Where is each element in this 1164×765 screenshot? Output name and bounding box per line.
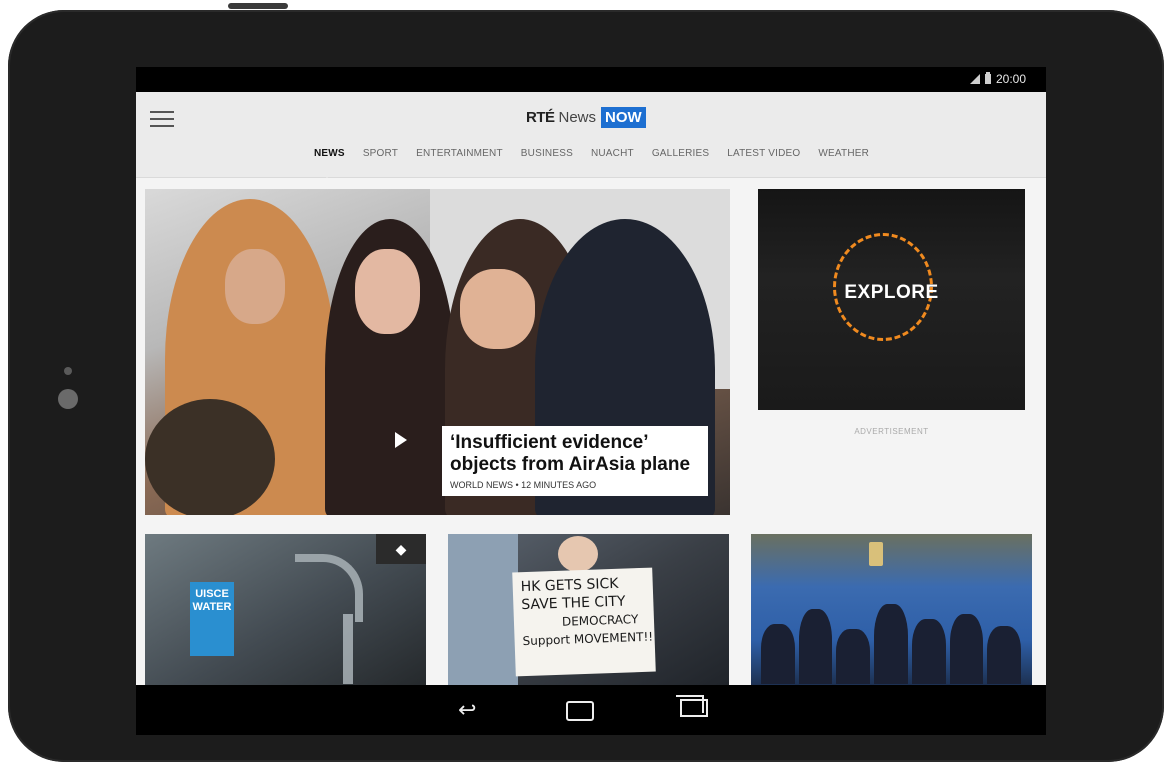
back-icon[interactable]: ↩ xyxy=(458,697,476,723)
system-nav-bar: ↩ xyxy=(136,685,1046,735)
hero-figure-face xyxy=(225,249,285,324)
player-figure xyxy=(874,604,908,684)
tab-sport[interactable]: SPORT xyxy=(363,148,398,159)
app-header: RTÉ News NOW NEWS SPORT ENTERTAINMENT BU… xyxy=(136,92,1046,178)
sensor-icon xyxy=(64,367,72,375)
protest-sign: HK GETS SICK SAVE THE CITY DEMOCRACY Sup… xyxy=(512,567,656,677)
audio-icon[interactable]: ◆ xyxy=(376,534,426,564)
rte-news-now-logo[interactable]: RTÉ News NOW xyxy=(526,107,646,128)
water-stream xyxy=(343,614,353,684)
recents-icon[interactable] xyxy=(676,695,708,717)
trophy-icon xyxy=(869,542,883,566)
uisce-water-sign: UISCE WATER xyxy=(190,582,234,656)
hero-caption: ‘Insufficient evidence’ objects from Air… xyxy=(442,426,708,496)
tab-galleries[interactable]: GALLERIES xyxy=(652,148,709,159)
hero-figure xyxy=(145,399,275,515)
status-indicators: 20:00 xyxy=(969,72,1026,86)
signal-icon xyxy=(969,74,980,84)
tap-image xyxy=(295,554,363,622)
tab-latest-video[interactable]: LATEST VIDEO xyxy=(727,148,800,159)
hero-story[interactable]: ‘Insufficient evidence’ objects from Air… xyxy=(145,189,730,515)
power-button[interactable] xyxy=(228,3,288,9)
hero-figure-face xyxy=(460,269,535,349)
story-tile-trophy[interactable] xyxy=(751,534,1032,685)
protester-face xyxy=(558,536,598,572)
hero-figure-face xyxy=(355,249,420,334)
menu-icon[interactable] xyxy=(150,111,174,129)
tab-entertainment[interactable]: ENTERTAINMENT xyxy=(416,148,503,159)
tab-business[interactable]: BUSINESS xyxy=(521,148,573,159)
status-time: 20:00 xyxy=(995,72,1026,86)
player-figure xyxy=(949,614,984,684)
status-bar: 20:00 xyxy=(136,67,1046,92)
hero-meta: WORLD NEWS • 12 MINUTES AGO xyxy=(450,480,597,490)
logo-rte: RTÉ xyxy=(526,109,555,126)
home-icon[interactable] xyxy=(566,701,594,721)
player-figure xyxy=(798,609,833,684)
tab-news[interactable]: NEWS xyxy=(314,148,345,159)
hero-headline[interactable]: ‘Insufficient evidence’ objects from Air… xyxy=(450,432,700,476)
logo-news: News xyxy=(558,109,597,126)
tab-nuacht[interactable]: NUACHT xyxy=(591,148,634,159)
story-tile-protest[interactable]: HK GETS SICK SAVE THE CITY DEMOCRACY Sup… xyxy=(448,534,729,685)
story-tile-water[interactable]: UISCE WATER ◆ xyxy=(145,534,426,685)
team-group xyxy=(761,604,1022,684)
tab-weather[interactable]: WEATHER xyxy=(818,148,869,159)
screen: 20:00 RTÉ News NOW NEWS SPORT ENTERTAINM… xyxy=(136,67,1046,735)
player-figure xyxy=(836,629,871,684)
advertisement-banner[interactable]: EXPLORE xyxy=(758,189,1025,410)
play-icon[interactable] xyxy=(395,432,407,448)
battery-icon xyxy=(984,72,991,84)
active-tab-indicator xyxy=(320,172,334,178)
explore-text: EXPLORE xyxy=(844,282,939,303)
section-nav: NEWS SPORT ENTERTAINMENT BUSINESS NUACHT… xyxy=(314,148,869,159)
protester-figure xyxy=(448,534,518,685)
player-figure xyxy=(761,624,795,684)
player-figure xyxy=(987,626,1022,684)
sign-line: Support MOVEMENT!! xyxy=(522,629,654,649)
camera-icon xyxy=(58,389,78,409)
advertisement-label: ADVERTISEMENT xyxy=(854,427,929,436)
logo-now: NOW xyxy=(601,107,646,128)
player-figure xyxy=(911,619,946,684)
news-app: RTÉ News NOW NEWS SPORT ENTERTAINMENT BU… xyxy=(136,92,1046,685)
